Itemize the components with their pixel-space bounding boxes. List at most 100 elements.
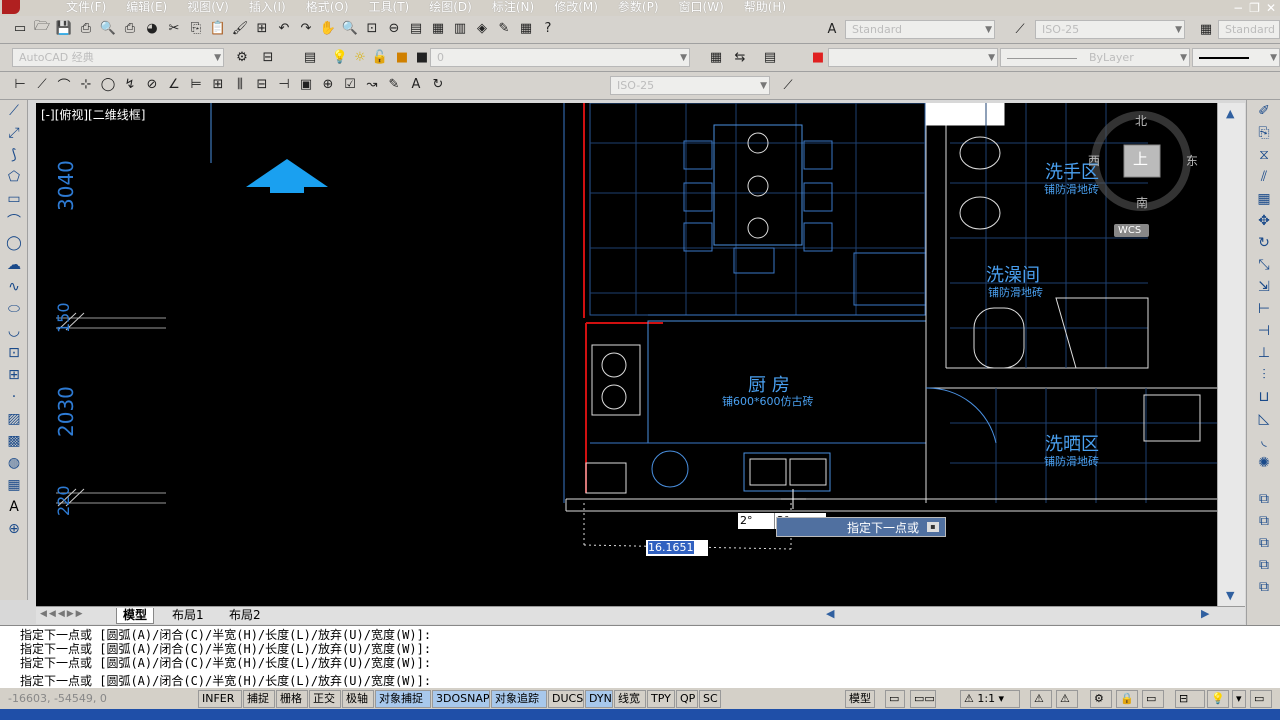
block-editor-icon[interactable]: ⊞ — [252, 18, 272, 38]
quick-dim-icon[interactable]: ⊨ — [186, 74, 206, 94]
command-window[interactable]: 指定下一点或 [圆弧(A)/闭合(C)/半宽(H)/长度(L)/放弃(U)/宽度… — [0, 625, 1280, 688]
print-preview-icon[interactable]: 🔍 — [98, 18, 118, 38]
ellipse-arc-icon[interactable]: ◡ — [2, 320, 26, 342]
redo-icon[interactable]: ↷ — [296, 18, 316, 38]
workspace-switch-icon[interactable]: ⚙ — [1090, 690, 1112, 708]
continue-dim-icon[interactable]: ⫼ — [230, 74, 250, 94]
compass-north[interactable]: 北 — [1135, 112, 1147, 129]
center-mark-icon[interactable]: ⊕ — [318, 74, 338, 94]
status-toggle[interactable]: 极轴 — [342, 690, 374, 708]
tab-layout2[interactable]: 布局2 — [223, 608, 267, 624]
insert-block-icon[interactable]: ⊡ — [2, 342, 26, 364]
viewcube-top[interactable]: 上 — [1133, 148, 1148, 169]
new-file-icon[interactable]: ▭ — [10, 18, 30, 38]
explode-icon[interactable]: ✺ — [1252, 452, 1276, 474]
linear-dim-icon[interactable]: ⊢ — [10, 74, 30, 94]
dim-style-combo[interactable]: ISO-25 ▼ — [1035, 20, 1185, 39]
status-toggle[interactable]: 正交 — [309, 690, 341, 708]
drawing-area[interactable]: [-][俯视][二维线框] 3040 150 2030 220 洗手区 铺防滑地… — [36, 103, 1217, 606]
status-toggle[interactable]: 对象捕捉 — [375, 690, 431, 708]
markup-icon[interactable]: ✎ — [494, 18, 514, 38]
spline-icon[interactable]: ∿ — [2, 276, 26, 298]
annotation-visibility-icon[interactable]: ⚠ — [1030, 690, 1052, 708]
undo-icon[interactable]: ↶ — [274, 18, 294, 38]
status-toggle[interactable]: 栅格 — [276, 690, 308, 708]
point-icon[interactable]: · — [2, 386, 26, 408]
baseline-dim-icon[interactable]: ⊞ — [208, 74, 228, 94]
fillet-icon[interactable]: ◟ — [1252, 430, 1276, 452]
compass-west[interactable]: 西 — [1088, 152, 1100, 169]
status-toggle[interactable]: 线宽 — [614, 690, 646, 708]
radius-dim-icon[interactable]: ◯ — [98, 74, 118, 94]
make-current-icon[interactable]: ▦ — [706, 47, 726, 67]
offset-icon[interactable]: ⫽ — [1252, 166, 1276, 188]
close-icon[interactable]: ✕ — [1266, 1, 1276, 15]
match-properties-icon[interactable]: 🖌 — [230, 18, 250, 38]
clean-screen-icon[interactable]: ▭ — [1250, 690, 1272, 708]
trim-icon[interactable]: ⊢ — [1252, 298, 1276, 320]
tolerance-icon[interactable]: ▣ — [296, 74, 316, 94]
lock-ui-icon[interactable]: 🔒 — [1116, 690, 1138, 708]
paste-icon[interactable]: 📋 — [208, 18, 228, 38]
status-toggle[interactable]: SC — [699, 690, 721, 708]
quick-view-drawings-icon[interactable]: ▭▭ — [910, 690, 936, 708]
sheet-set-icon[interactable]: ◈ — [472, 18, 492, 38]
design-center-icon[interactable]: ▦ — [428, 18, 448, 38]
copy-object-icon[interactable]: ⎘ — [1252, 122, 1276, 144]
restore-icon[interactable]: ❐ — [1249, 1, 1260, 15]
quick-view-layouts-icon[interactable]: ▭ — [885, 690, 905, 708]
annotation-scale[interactable]: ⚠ 1:1 ▾ — [960, 690, 1020, 708]
workspace-save-icon[interactable]: ⊟ — [258, 47, 278, 67]
3d-publish-icon[interactable]: ◕ — [142, 18, 162, 38]
table-icon[interactable]: ▦ — [2, 474, 26, 496]
copy-icon[interactable]: ⎘ — [186, 18, 206, 38]
menu-item[interactable]: 标注(N) — [486, 0, 548, 16]
open-folder-icon[interactable]: 🗁 — [32, 18, 52, 38]
zoom-window-icon[interactable]: ⊡ — [362, 18, 382, 38]
layer-on-icon[interactable]: 💡 — [330, 47, 350, 67]
dim-update-icon[interactable]: ↻ — [428, 74, 448, 94]
rotate-icon[interactable]: ↻ — [1252, 232, 1276, 254]
arc-length-icon[interactable]: ⌒ — [54, 74, 74, 94]
workspace-combo[interactable]: AutoCAD 经典 ▼ — [12, 48, 224, 67]
wcs-menu[interactable]: WCS — [1114, 224, 1150, 237]
menu-item[interactable]: 视图(V) — [181, 0, 243, 16]
viewport-label[interactable]: [-][俯视][二维线框] — [41, 106, 145, 123]
scroll-left-icon[interactable]: ◀ — [826, 607, 834, 620]
layer-lock-icon[interactable]: 🔓 — [370, 47, 390, 67]
polyline-icon[interactable]: ⟆ — [2, 144, 26, 166]
ellipse-icon[interactable]: ⬭ — [2, 298, 26, 320]
stretch-icon[interactable]: ⇲ — [1252, 276, 1276, 298]
hatch-icon[interactable]: ▨ — [2, 408, 26, 430]
dim-edit-icon[interactable]: ✎ — [384, 74, 404, 94]
lineweight-combo[interactable]: ▼ — [1192, 48, 1280, 67]
print-icon[interactable]: ⎙ — [76, 18, 96, 38]
status-toggle[interactable]: 3DOSNAP — [432, 690, 490, 708]
diameter-dim-icon[interactable]: ⊘ — [142, 74, 162, 94]
scroll-up-icon[interactable]: ▲ — [1226, 107, 1234, 120]
tab-model[interactable]: 模型 — [116, 608, 155, 624]
array-icon[interactable]: ▦ — [1252, 188, 1276, 210]
pan-icon[interactable]: ✋ — [318, 18, 338, 38]
line-icon[interactable]: ⟋ — [2, 100, 26, 122]
isolate-light-icon[interactable]: 💡 — [1207, 690, 1229, 708]
tab-layout1[interactable]: 布局1 — [166, 608, 210, 624]
status-menu-icon[interactable]: ▾ — [1232, 690, 1246, 708]
save-icon[interactable]: 💾 — [54, 18, 74, 38]
menu-item[interactable]: 工具(T) — [363, 0, 424, 16]
zoom-previous-icon[interactable]: ⊖ — [384, 18, 404, 38]
menu-item[interactable]: 文件(F) — [60, 0, 120, 16]
gradient-icon[interactable]: ▩ — [2, 430, 26, 452]
erase-icon[interactable]: ✐ — [1252, 100, 1276, 122]
quickcalc-icon[interactable]: ▦ — [516, 18, 536, 38]
minimize-icon[interactable]: − — [1233, 1, 1243, 15]
menu-item[interactable]: 绘图(D) — [423, 0, 486, 16]
prompt-options-icon[interactable]: ▪ — [927, 522, 939, 532]
extend-icon[interactable]: ⊣ — [1252, 320, 1276, 342]
table-style-combo[interactable]: Standard — [1218, 20, 1280, 39]
layer-manager-icon[interactable]: ▤ — [300, 47, 320, 67]
vertical-scrollbar[interactable]: ▲ ▼ — [1217, 103, 1245, 606]
status-toggle[interactable]: 对象追踪 — [491, 690, 547, 708]
scroll-down-icon[interactable]: ▼ — [1226, 589, 1234, 602]
properties-icon[interactable]: ▤ — [406, 18, 426, 38]
